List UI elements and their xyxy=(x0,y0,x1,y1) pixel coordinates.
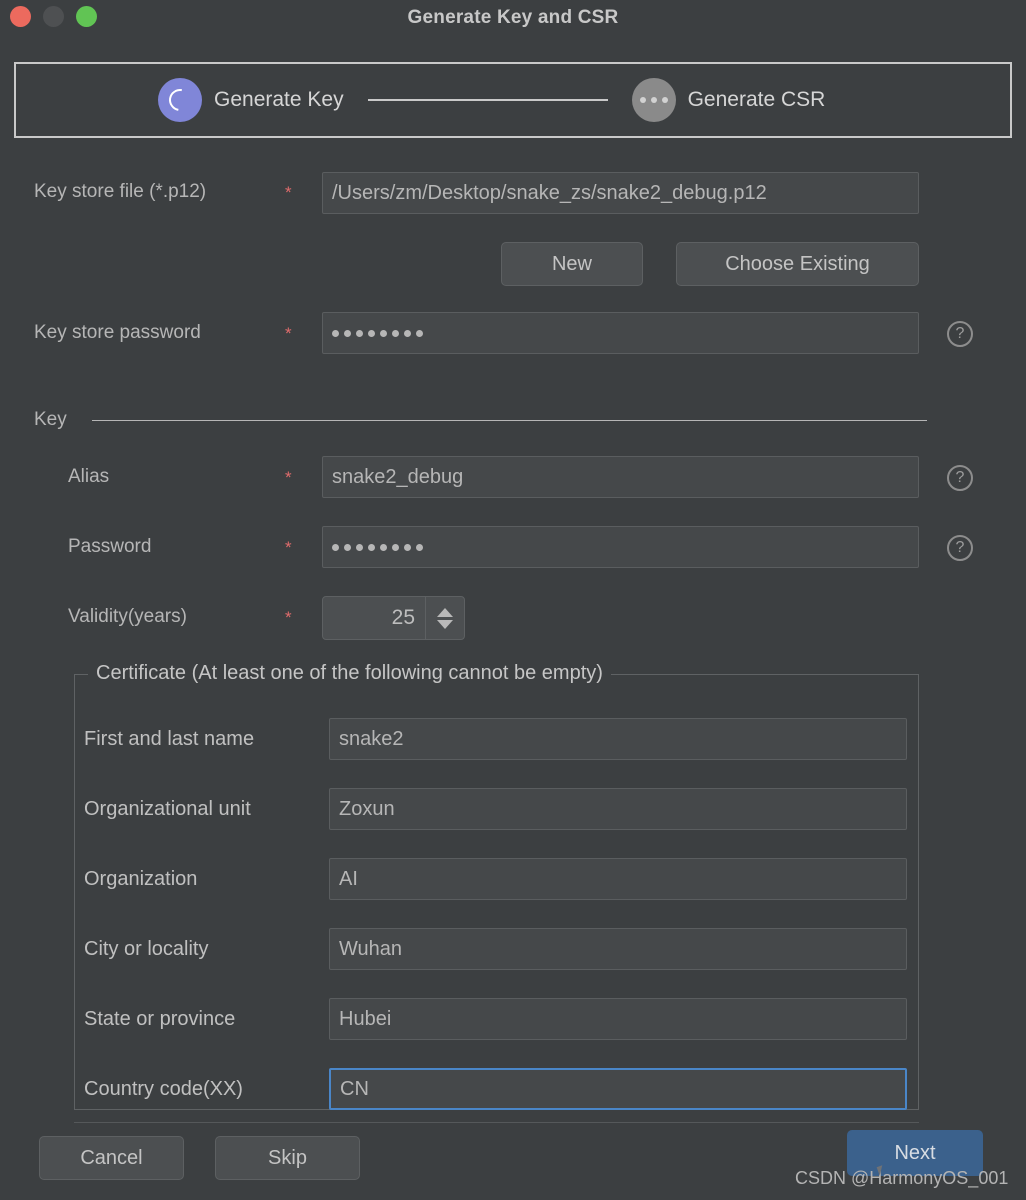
key-password-input[interactable] xyxy=(322,526,919,568)
organization-input[interactable]: AI xyxy=(329,858,907,900)
certificate-row-organizational-unit: Organizational unit Zoxun xyxy=(84,774,907,844)
key-store-file-label: Key store file (*.p12) xyxy=(34,181,206,203)
city-or-locality-label: City or locality xyxy=(84,938,329,961)
stepper-arrows xyxy=(425,597,464,639)
loading-ring-icon xyxy=(158,78,202,122)
alias-required-mark: * xyxy=(285,468,292,488)
organization-label: Organization xyxy=(84,868,329,891)
certificate-row-organization: Organization AI xyxy=(84,844,907,914)
organizational-unit-input[interactable]: Zoxun xyxy=(329,788,907,830)
window-title: Generate Key and CSR xyxy=(0,0,1026,36)
zoom-window-button[interactable] xyxy=(76,6,97,27)
key-store-password-required-mark: * xyxy=(285,324,292,344)
step-generate-csr[interactable]: Generate CSR xyxy=(632,78,826,122)
skip-button[interactable]: Skip xyxy=(215,1136,360,1180)
first-and-last-name-input[interactable]: snake2 xyxy=(329,718,907,760)
step-generate-key[interactable]: Generate Key xyxy=(158,78,344,122)
alias-input[interactable]: snake2_debug xyxy=(322,456,919,498)
choose-existing-key-store-button[interactable]: Choose Existing xyxy=(676,242,919,286)
key-password-required-mark: * xyxy=(285,538,292,558)
window-title-bar: Generate Key and CSR xyxy=(0,0,1026,38)
step-generate-csr-label: Generate CSR xyxy=(688,88,826,112)
organizational-unit-label: Organizational unit xyxy=(84,798,329,821)
question-mark-icon[interactable]: ? xyxy=(947,465,973,491)
validity-label: Validity(years) xyxy=(68,606,187,628)
chevron-up-icon[interactable] xyxy=(437,608,453,617)
close-window-button[interactable] xyxy=(10,6,31,27)
footer-separator xyxy=(74,1122,919,1123)
password-dots xyxy=(332,330,423,337)
key-section-divider xyxy=(92,420,927,421)
key-store-file-required-mark: * xyxy=(285,183,292,203)
step-connector xyxy=(368,99,608,101)
state-or-province-label: State or province xyxy=(84,1008,329,1031)
validity-value[interactable]: 25 xyxy=(323,597,425,639)
validity-stepper[interactable]: 25 xyxy=(322,596,465,640)
question-mark-icon[interactable]: ? xyxy=(947,321,973,347)
state-or-province-input[interactable]: Hubei xyxy=(329,998,907,1040)
certificate-row-city-or-locality: City or locality Wuhan xyxy=(84,914,907,984)
alias-label: Alias xyxy=(68,466,109,488)
certificate-row-first-and-last-name: First and last name snake2 xyxy=(84,704,907,774)
minimize-window-button[interactable] xyxy=(43,6,64,27)
key-store-password-label: Key store password xyxy=(34,322,201,344)
city-or-locality-input[interactable]: Wuhan xyxy=(329,928,907,970)
chevron-down-icon[interactable] xyxy=(437,620,453,629)
country-code-input[interactable]: CN xyxy=(329,1068,907,1110)
ellipsis-icon xyxy=(632,78,676,122)
certificate-fields: First and last name snake2 Organizationa… xyxy=(84,704,907,1124)
step-generate-key-label: Generate Key xyxy=(214,88,344,112)
password-dots xyxy=(332,544,423,551)
key-password-label: Password xyxy=(68,536,151,558)
watermark-text: CSDN @HarmonyOS_001 xyxy=(795,1168,1008,1189)
cancel-button[interactable]: Cancel xyxy=(39,1136,184,1180)
certificate-legend: Certificate (At least one of the followi… xyxy=(88,662,611,685)
validity-required-mark: * xyxy=(285,608,292,628)
new-key-store-button[interactable]: New xyxy=(501,242,643,286)
country-code-label: Country code(XX) xyxy=(84,1078,329,1101)
key-section-title: Key xyxy=(34,409,67,431)
question-mark-icon[interactable]: ? xyxy=(947,535,973,561)
certificate-row-state-or-province: State or province Hubei xyxy=(84,984,907,1054)
key-store-password-input[interactable] xyxy=(322,312,919,354)
first-and-last-name-label: First and last name xyxy=(84,728,329,751)
key-store-file-input[interactable]: /Users/zm/Desktop/snake_zs/snake2_debug.… xyxy=(322,172,919,214)
certificate-row-country-code: Country code(XX) CN xyxy=(84,1054,907,1124)
wizard-stepper: Generate Key Generate CSR xyxy=(14,62,1012,138)
traffic-light-group xyxy=(10,6,97,27)
